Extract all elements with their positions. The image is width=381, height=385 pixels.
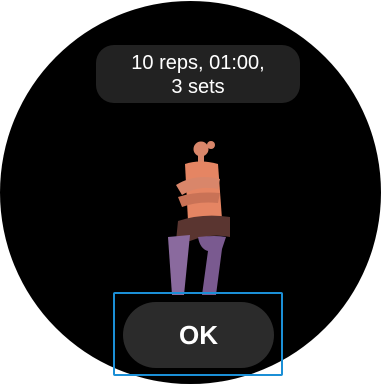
focus-highlight-outline — [113, 292, 283, 376]
figure-hair — [207, 141, 215, 149]
figure-torso — [185, 161, 222, 221]
figure-left-leg — [168, 235, 190, 295]
watch-screen: 10 reps, 01:00, 3 sets OK — [0, 0, 381, 385]
workout-summary-pill: 10 reps, 01:00, 3 sets — [96, 45, 300, 103]
workout-summary-line2: 3 sets — [171, 76, 225, 98]
workout-summary-line1: 10 reps, 01:00, — [131, 52, 265, 74]
exercise-figure-illustration — [168, 141, 230, 295]
figure-right-leg — [198, 236, 226, 295]
figure-head — [193, 141, 209, 157]
